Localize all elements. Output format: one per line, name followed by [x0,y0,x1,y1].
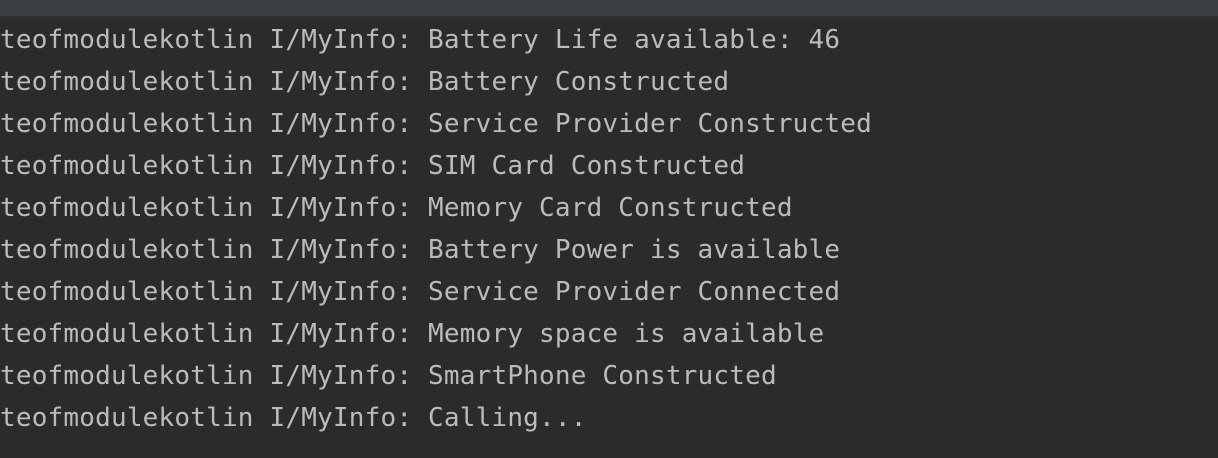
log-line[interactable]: teofmodulekotlin I/MyInfo: Calling... [0,397,872,439]
log-line[interactable]: teofmodulekotlin I/MyInfo: Battery Power… [0,229,872,271]
logcat-window: teofmodulekotlin I/MyInfo: Battery Life … [0,0,1218,458]
log-lines: teofmodulekotlin I/MyInfo: Battery Life … [0,19,872,439]
log-tag: teofmodulekotlin I/MyInfo: [0,151,413,181]
log-tag: teofmodulekotlin I/MyInfo: [0,235,413,265]
log-tag: teofmodulekotlin I/MyInfo: [0,109,413,139]
log-message: Battery Life available: 46 [428,25,841,55]
log-line[interactable]: teofmodulekotlin I/MyInfo: Battery Const… [0,61,872,103]
log-message: SIM Card Constructed [428,151,746,181]
log-tag: teofmodulekotlin I/MyInfo: [0,25,413,55]
log-line[interactable]: teofmodulekotlin I/MyInfo: Service Provi… [0,271,872,313]
log-message: Calling... [428,403,587,433]
log-message: Memory space is available [428,319,825,349]
log-message: Memory Card Constructed [428,193,793,223]
log-message: Service Provider Constructed [428,109,872,139]
log-tag: teofmodulekotlin I/MyInfo: [0,361,413,391]
log-tag: teofmodulekotlin I/MyInfo: [0,277,413,307]
log-line[interactable]: teofmodulekotlin I/MyInfo: Memory Card C… [0,187,872,229]
log-message: SmartPhone Constructed [428,361,777,391]
log-tag: teofmodulekotlin I/MyInfo: [0,193,413,223]
log-line[interactable]: teofmodulekotlin I/MyInfo: SIM Card Cons… [0,145,872,187]
panel-header-bar [0,0,1218,17]
log-tag: teofmodulekotlin I/MyInfo: [0,319,413,349]
log-line[interactable]: teofmodulekotlin I/MyInfo: Battery Life … [0,19,872,61]
log-tag: teofmodulekotlin I/MyInfo: [0,67,413,97]
log-message: Service Provider Connected [428,277,841,307]
log-line[interactable]: teofmodulekotlin I/MyInfo: Service Provi… [0,103,872,145]
log-output-area[interactable]: teofmodulekotlin I/MyInfo: Battery Life … [0,17,1218,458]
log-line[interactable]: teofmodulekotlin I/MyInfo: SmartPhone Co… [0,355,872,397]
log-tag: teofmodulekotlin I/MyInfo: [0,403,413,433]
log-message: Battery Power is available [428,235,841,265]
log-message: Battery Constructed [428,67,730,97]
log-line[interactable]: teofmodulekotlin I/MyInfo: Memory space … [0,313,872,355]
